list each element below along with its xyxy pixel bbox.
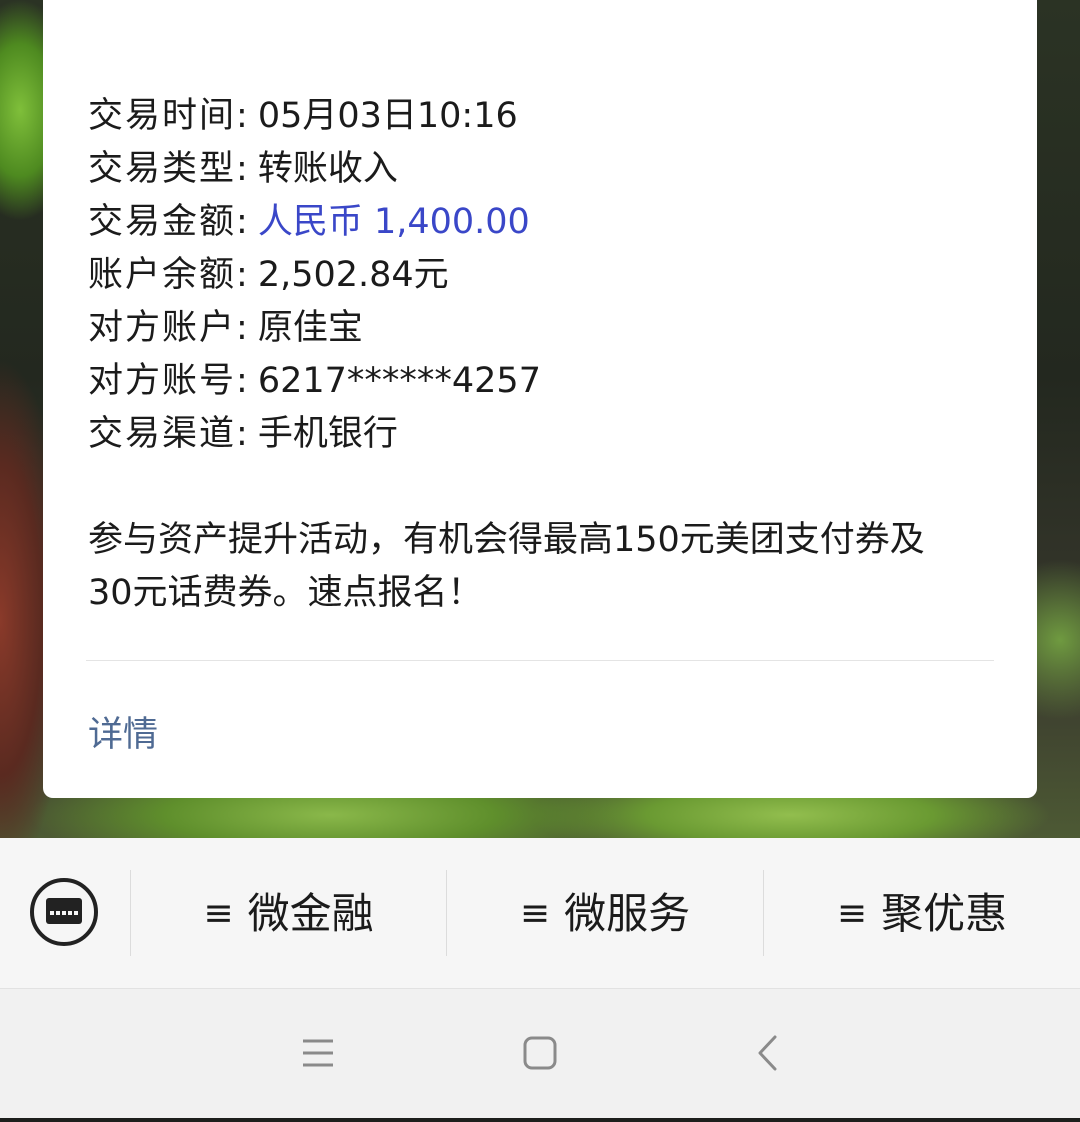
menu-icon: ≡ [836, 893, 868, 934]
row-label: 交易渠道 [88, 414, 237, 454]
promo-text: 参与资产提升活动，有机会得最高150元美团支付券及 30元话费券。速点报名！ [88, 514, 998, 620]
row-colon: : [236, 361, 248, 401]
home-icon [523, 1036, 557, 1070]
transaction-details: 交易时间: 05月03日10:16 交易类型: 转账收入 交易金额: 人民币 1,40… [88, 90, 541, 461]
details-link[interactable]: 详情 [88, 706, 158, 757]
nav-home-button[interactable] [502, 989, 578, 1118]
row-label: 账户余额 [88, 255, 237, 295]
row-label: 对方账户 [88, 308, 237, 348]
menu-label: 微金融 [247, 889, 374, 938]
row-value: 原佳宝 [257, 308, 363, 348]
transaction-type-row: 交易类型: 转账收入 [88, 143, 541, 196]
row-value: 05月03日10:16 [257, 96, 518, 136]
row-colon: : [236, 96, 248, 136]
counterparty-name-row: 对方账户: 原佳宝 [88, 302, 541, 355]
row-colon: : [236, 255, 248, 295]
menu-label: 微服务 [564, 889, 691, 938]
row-value: 手机银行 [257, 414, 398, 454]
row-label: 交易类型 [88, 149, 237, 189]
bottom-menu-bar: ≡ 微金融 ≡ 微服务 ≡ 聚优惠 [0, 838, 1080, 989]
keyboard-icon[interactable] [30, 878, 98, 946]
nav-back-button[interactable] [730, 989, 806, 1118]
transaction-channel-row: 交易渠道: 手机银行 [88, 408, 541, 461]
row-colon: : [236, 414, 248, 454]
menu-icon: ≡ [519, 893, 551, 934]
row-label: 交易金额 [88, 202, 237, 242]
account-balance-row: 账户余额: 2,502.84元 [88, 249, 541, 302]
menu-label: 聚优惠 [881, 889, 1008, 938]
amount-value: 人民币 1,400.00 [257, 202, 530, 242]
counterparty-account-row: 对方账号: 6217******4257 [88, 355, 541, 408]
row-colon: : [236, 149, 248, 189]
menu-wei-jinrong[interactable]: ≡ 微金融 [131, 838, 446, 988]
row-value: 转账收入 [257, 149, 398, 189]
row-colon: : [236, 202, 248, 242]
row-label: 交易时间 [88, 96, 237, 136]
menu-ju-youhui[interactable]: ≡ 聚优惠 [764, 838, 1080, 988]
nav-menu-button[interactable] [280, 989, 356, 1118]
row-value: 6217******4257 [257, 361, 541, 401]
promo-line-2: 30元话费券。速点报名！ [88, 573, 483, 613]
back-icon [758, 1035, 777, 1071]
system-nav-bar [0, 989, 1080, 1118]
promo-line-1: 参与资产提升活动，有机会得最高150元美团支付券及 [88, 520, 925, 560]
row-colon: : [236, 308, 248, 348]
menu-wei-fuwu[interactable]: ≡ 微服务 [447, 838, 763, 988]
card-divider [86, 660, 994, 661]
transaction-amount-row: 交易金额: 人民币 1,400.00 [88, 196, 541, 249]
keyboard-icon-keys [49, 901, 79, 939]
row-value: 2,502.84元 [257, 255, 449, 295]
menu-icon: ≡ [203, 893, 234, 934]
message-card: 交易时间: 05月03日10:16 交易类型: 转账收入 交易金额: 人民币 1,40… [43, 0, 1037, 798]
menu-icon [303, 1039, 333, 1067]
row-label: 对方账号 [88, 361, 237, 401]
transaction-time-row: 交易时间: 05月03日10:16 [88, 90, 541, 143]
